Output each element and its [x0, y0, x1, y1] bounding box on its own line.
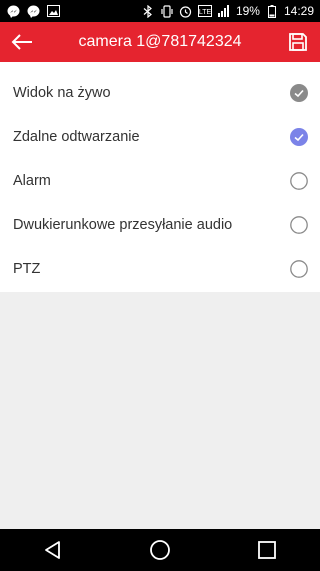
option-remote-playback[interactable]: Zdalne odtwarzanie: [0, 115, 320, 159]
option-label: Dwukierunkowe przesyłanie audio: [13, 217, 233, 233]
notification-area: [0, 4, 60, 18]
alarm-icon: [179, 4, 193, 18]
nav-back-button[interactable]: [33, 530, 73, 570]
system-navigation-bar: [0, 529, 320, 571]
checked-radio-icon[interactable]: [290, 128, 308, 146]
messenger-icon: [6, 4, 20, 18]
option-ptz[interactable]: PTZ: [0, 247, 320, 291]
nav-recents-button[interactable]: [247, 530, 287, 570]
permission-options-list: Widok na żywo Zdalne odtwarzanie Alarm D…: [0, 62, 320, 292]
save-button[interactable]: [276, 22, 320, 62]
back-button[interactable]: [0, 22, 44, 62]
option-label: Alarm: [13, 173, 51, 189]
option-alarm[interactable]: Alarm: [0, 159, 320, 203]
unchecked-radio-icon[interactable]: [290, 260, 308, 278]
option-label: Widok na żywo: [13, 85, 111, 101]
option-label: Zdalne odtwarzanie: [13, 129, 140, 145]
option-live-view[interactable]: Widok na żywo: [0, 71, 320, 115]
save-icon: [289, 33, 307, 51]
bluetooth-icon: [141, 4, 155, 18]
image-icon: [46, 4, 60, 18]
screen: LTE 19% 14:29 camera 1@781742324 Widok n…: [0, 0, 320, 571]
checked-disabled-radio-icon[interactable]: [290, 84, 308, 102]
unchecked-radio-icon[interactable]: [290, 172, 308, 190]
app-bar: camera 1@781742324: [0, 22, 320, 62]
option-label: PTZ: [13, 261, 41, 277]
clock: 14:29: [283, 4, 314, 18]
battery-icon: [265, 4, 279, 18]
lte-icon: LTE: [197, 4, 212, 18]
option-two-way-audio[interactable]: Dwukierunkowe przesyłanie audio: [0, 203, 320, 247]
back-triangle-icon: [45, 541, 61, 559]
battery-percent: 19%: [235, 4, 260, 18]
unchecked-radio-icon[interactable]: [290, 216, 308, 234]
arrow-left-icon: [11, 34, 32, 50]
recents-square-icon: [257, 541, 276, 559]
signal-icon: [217, 4, 231, 18]
svg-text:LTE: LTE: [199, 9, 212, 16]
messenger-icon: [26, 4, 40, 18]
system-status-area: LTE 19% 14:29: [141, 4, 320, 18]
page-title: camera 1@781742324: [78, 33, 242, 50]
vibrate-icon: [160, 4, 174, 18]
home-circle-icon: [150, 540, 170, 560]
nav-home-button[interactable]: [140, 530, 180, 570]
status-bar: LTE 19% 14:29: [0, 0, 320, 22]
